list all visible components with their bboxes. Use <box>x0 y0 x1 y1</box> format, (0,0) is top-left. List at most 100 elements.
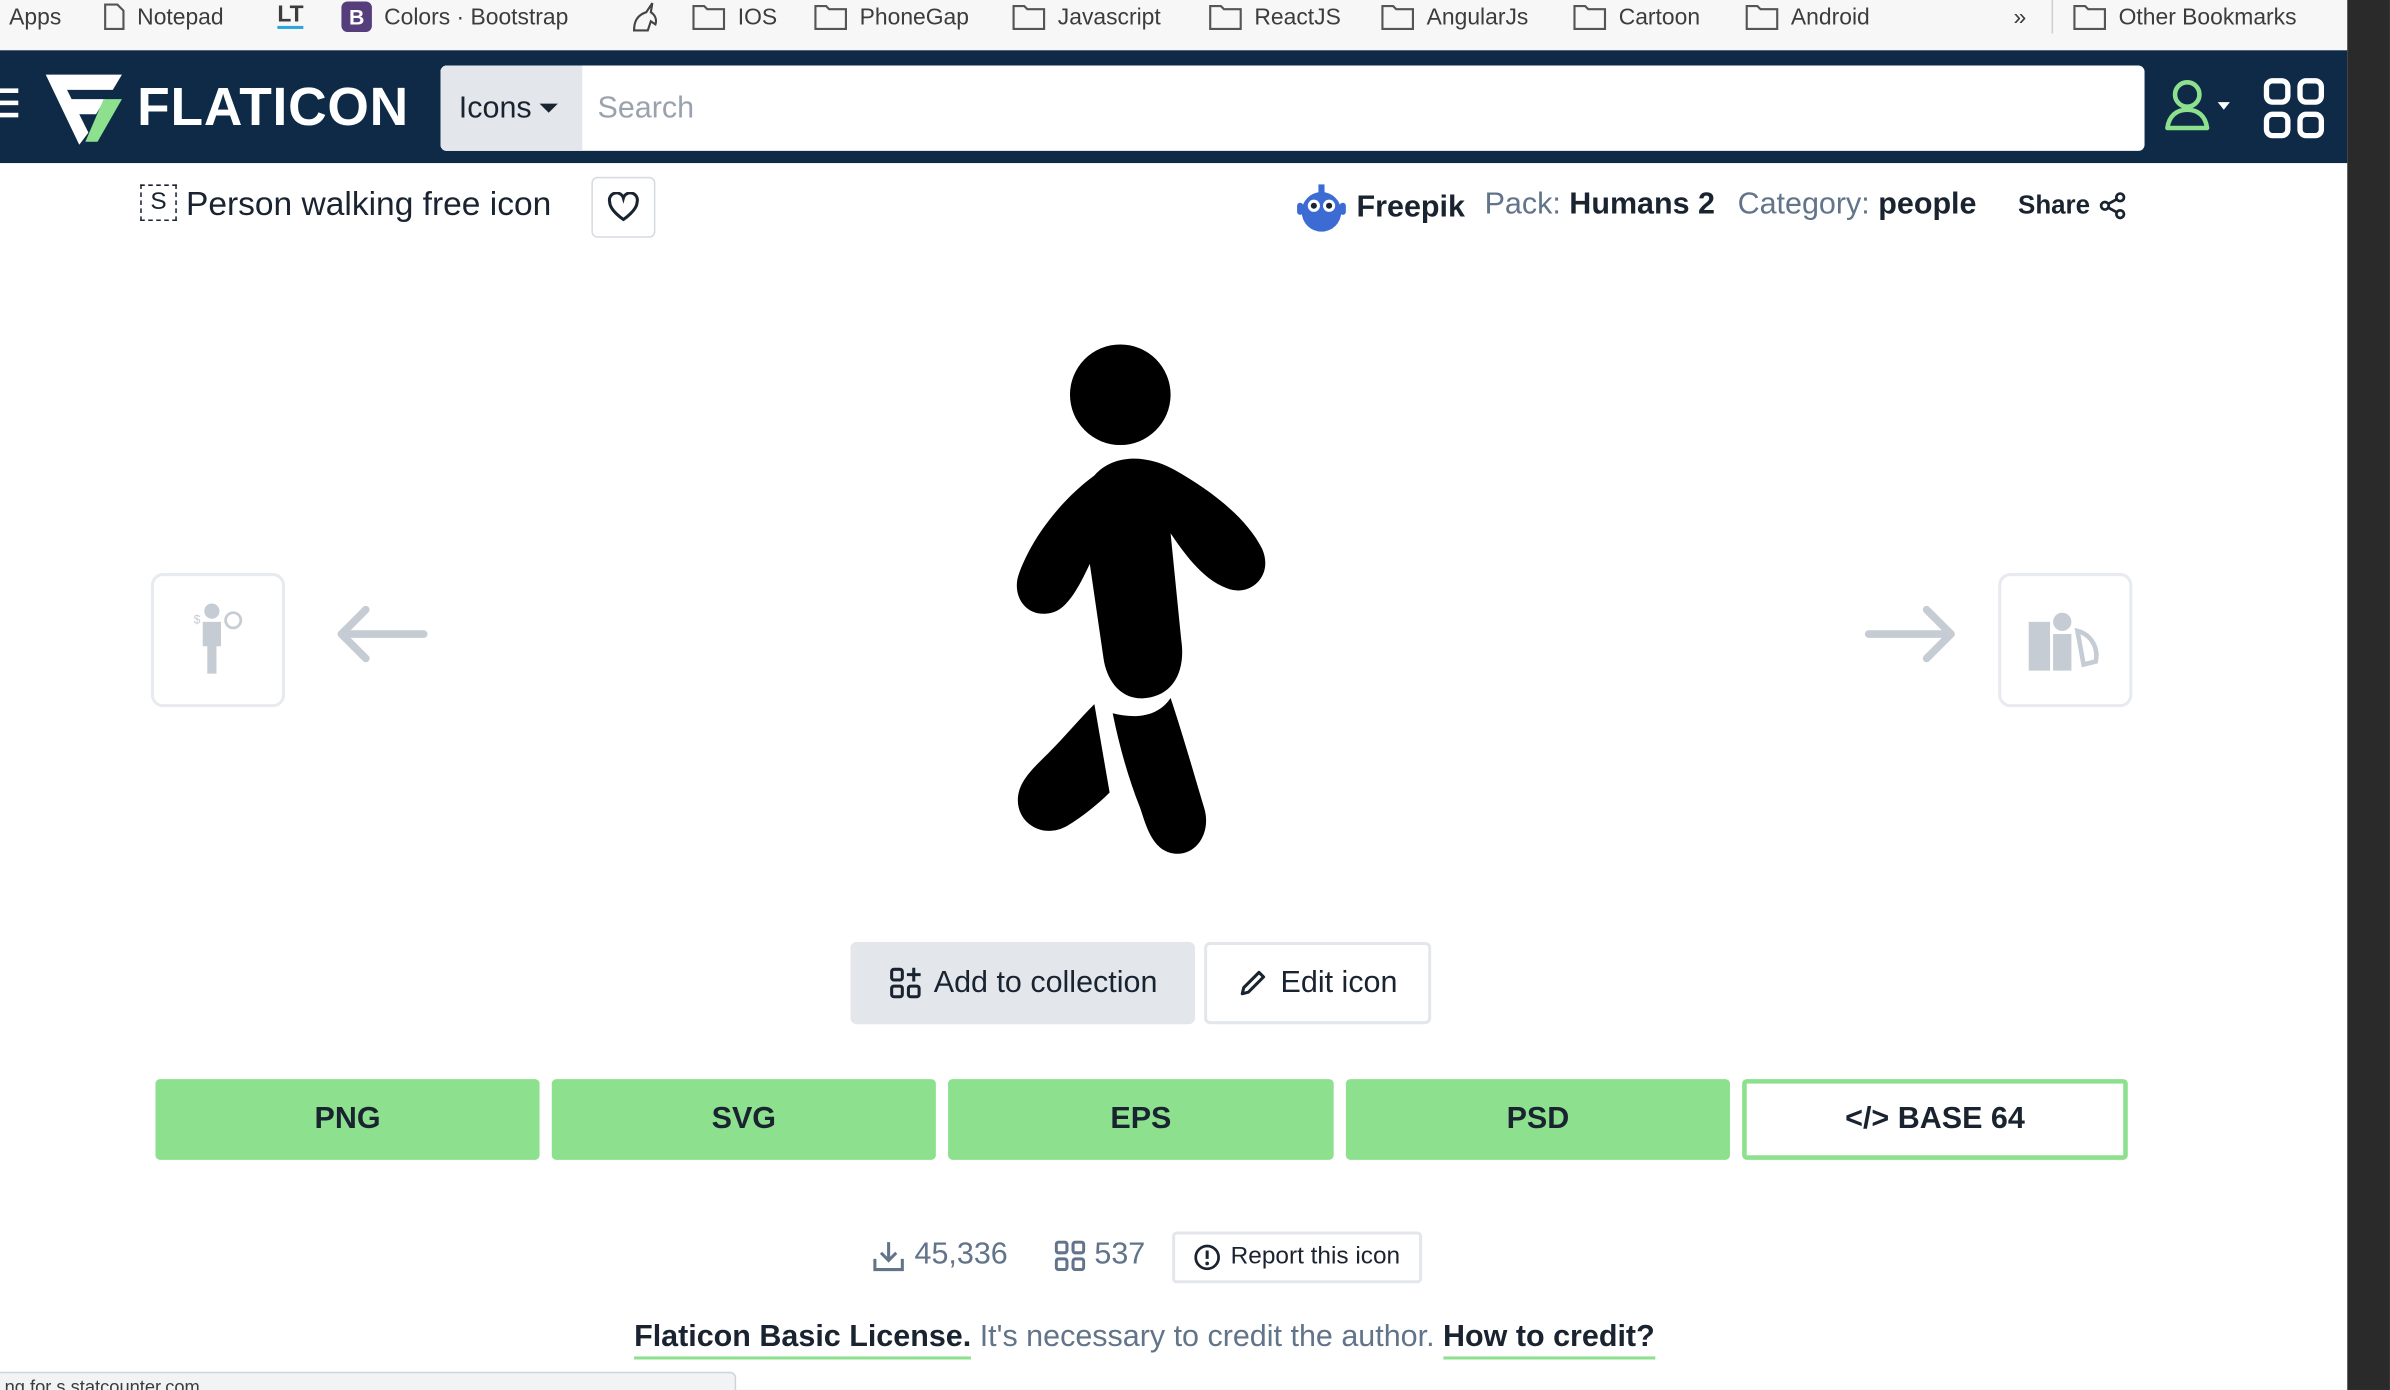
how-to-credit-link[interactable]: How to credit? <box>1443 1319 1655 1360</box>
bookmark-label: IOS <box>737 3 778 30</box>
download-count-value: 45,336 <box>914 1237 1008 1272</box>
chevron-down-icon <box>2217 101 2230 109</box>
pack-name: Humans 2 <box>1569 187 1716 221</box>
bookmark-label: Colors · Bootstrap <box>384 3 569 30</box>
svg-text:$: $ <box>194 612 201 626</box>
collections-icon <box>1054 1239 1086 1271</box>
next-icon-thumbnail[interactable] <box>1998 573 2133 708</box>
bookmark-apps[interactable]: Apps <box>9 0 61 34</box>
bookmark-folder-android[interactable]: Android <box>1745 0 1870 34</box>
menu-icon[interactable] <box>0 88 19 122</box>
arrow-left-icon[interactable] <box>332 604 430 665</box>
edit-icon-button[interactable]: Edit icon <box>1204 941 1432 1025</box>
download-count: 45,336 <box>872 1238 1008 1273</box>
category-label: Category: <box>1737 187 1870 221</box>
share-button[interactable]: Share <box>2018 191 2127 221</box>
bookmark-folder-reactjs[interactable]: ReactJS <box>1209 0 1341 34</box>
pack-label: Pack: <box>1484 187 1561 221</box>
folder-icon <box>1381 5 1415 31</box>
chevron-down-icon <box>539 103 558 113</box>
add-to-collection-button[interactable]: Add to collection <box>850 941 1195 1025</box>
add-to-collection-label: Add to collection <box>933 965 1158 1000</box>
user-icon <box>2165 80 2210 131</box>
report-icon-button[interactable]: Report this icon <box>1172 1231 1423 1284</box>
license-link[interactable]: Flaticon Basic License. <box>634 1319 972 1360</box>
search-type-dropdown[interactable]: Icons <box>440 65 583 151</box>
bookmarks-divider <box>2051 0 2054 34</box>
bookmarks-bar: Apps Notepad LT B Colors · Bootstrap IOS… <box>0 0 2390 51</box>
bookmark-label: ReactJS <box>1254 3 1341 30</box>
pack-info[interactable]: Pack: Humans 2 <box>1485 187 1715 222</box>
collection-add-icon <box>889 967 921 999</box>
share-label: Share <box>2018 190 2091 220</box>
download-png-button[interactable]: PNG <box>155 1079 540 1160</box>
report-label: Report this icon <box>1230 1243 1401 1270</box>
freepik-avatar-icon <box>1297 184 1346 232</box>
download-psd-button[interactable]: PSD <box>1345 1079 1730 1160</box>
search-input[interactable] <box>582 65 2046 151</box>
previous-icon-thumbnail[interactable]: $ <box>150 573 286 708</box>
bookmark-label: Javascript <box>1057 3 1161 30</box>
bookmark-folder-cartoon[interactable]: Cartoon <box>1573 0 1700 34</box>
page-icon <box>104 3 125 31</box>
flaticon-logo-icon <box>45 74 122 145</box>
bookmark-other-bookmarks[interactable]: Other Bookmarks <box>2073 0 2297 34</box>
bookmark-label: PhoneGap <box>859 3 969 30</box>
bookmark-lt[interactable]: LT <box>277 0 304 34</box>
favorite-button[interactable] <box>591 176 656 238</box>
bookmark-notepad[interactable]: Notepad <box>104 0 224 34</box>
logo-text: FLATICON <box>137 77 409 138</box>
search-type-label: Icons <box>458 90 532 125</box>
apps-grid-icon[interactable] <box>2263 78 2325 139</box>
category-info[interactable]: Category: people <box>1738 187 1977 222</box>
folder-icon <box>2073 5 2106 31</box>
share-icon <box>2100 192 2126 220</box>
license-text: It's necessary to credit the author. <box>971 1319 1444 1354</box>
download-eps-button[interactable]: EPS <box>948 1079 1334 1160</box>
folder-icon <box>1573 5 1607 31</box>
bootstrap-icon: B <box>341 1 372 33</box>
author-link[interactable]: Freepik <box>1293 181 1465 233</box>
folder-icon <box>814 5 847 31</box>
bookmarks-overflow-button[interactable]: » <box>2013 0 2026 34</box>
folder-icon <box>1745 5 1779 31</box>
selection-badge-icon: S <box>140 184 177 221</box>
icon-detail-header: S Person walking free icon Freepik Pack:… <box>0 163 2347 254</box>
unicorn-icon <box>632 2 658 32</box>
alert-circle-icon <box>1194 1244 1221 1271</box>
bookmark-label: Notepad <box>137 3 224 30</box>
businessman-icon: $ <box>194 603 243 674</box>
edit-icon-label: Edit icon <box>1280 965 1398 1000</box>
bookmark-folder-phonegap[interactable]: PhoneGap <box>814 0 969 34</box>
download-svg-button[interactable]: SVG <box>551 1079 936 1160</box>
bookmark-folder-angularjs[interactable]: AngularJs <box>1381 0 1528 34</box>
user-menu-button[interactable] <box>2163 78 2230 133</box>
base64-button[interactable]: </> BASE 64 <box>1742 1079 2128 1160</box>
folder-icon <box>1209 5 1242 31</box>
collection-count-value: 537 <box>1094 1237 1146 1272</box>
arrow-right-icon[interactable] <box>1863 604 1961 665</box>
bookmark-folder-javascript[interactable]: Javascript <box>1012 0 1161 34</box>
person-at-desk-icon <box>2028 612 2099 671</box>
collection-count: 537 <box>1054 1237 1146 1273</box>
flaticon-logo[interactable]: FLATICON <box>43 72 409 145</box>
folder-icon <box>1012 5 1046 31</box>
browser-status-bar: ...ng for s.statcounter.com... <box>0 1371 737 1390</box>
person-walking-icon <box>1016 344 1266 854</box>
bookmark-folder-ios[interactable]: IOS <box>692 0 777 34</box>
bookmark-unicorn[interactable] <box>628 0 662 34</box>
bookmark-label: Apps <box>9 3 62 30</box>
heart-icon <box>607 192 639 222</box>
bookmark-label: Cartoon <box>1618 3 1701 30</box>
lt-logo-icon: LT <box>277 1 304 29</box>
folder-icon <box>692 5 726 31</box>
search-bar: Icons <box>440 65 2145 151</box>
download-icon <box>873 1241 904 1271</box>
page-title: Person walking free icon <box>185 184 552 223</box>
bookmark-bootstrap[interactable]: B Colors · Bootstrap <box>341 0 568 34</box>
category-name: people <box>1878 187 1977 221</box>
bookmark-label: Other Bookmarks <box>2118 3 2297 30</box>
site-header: FLATICON Icons <box>0 50 2348 164</box>
bookmark-label: AngularJs <box>1426 3 1529 30</box>
window-edge <box>2347 0 2390 1390</box>
